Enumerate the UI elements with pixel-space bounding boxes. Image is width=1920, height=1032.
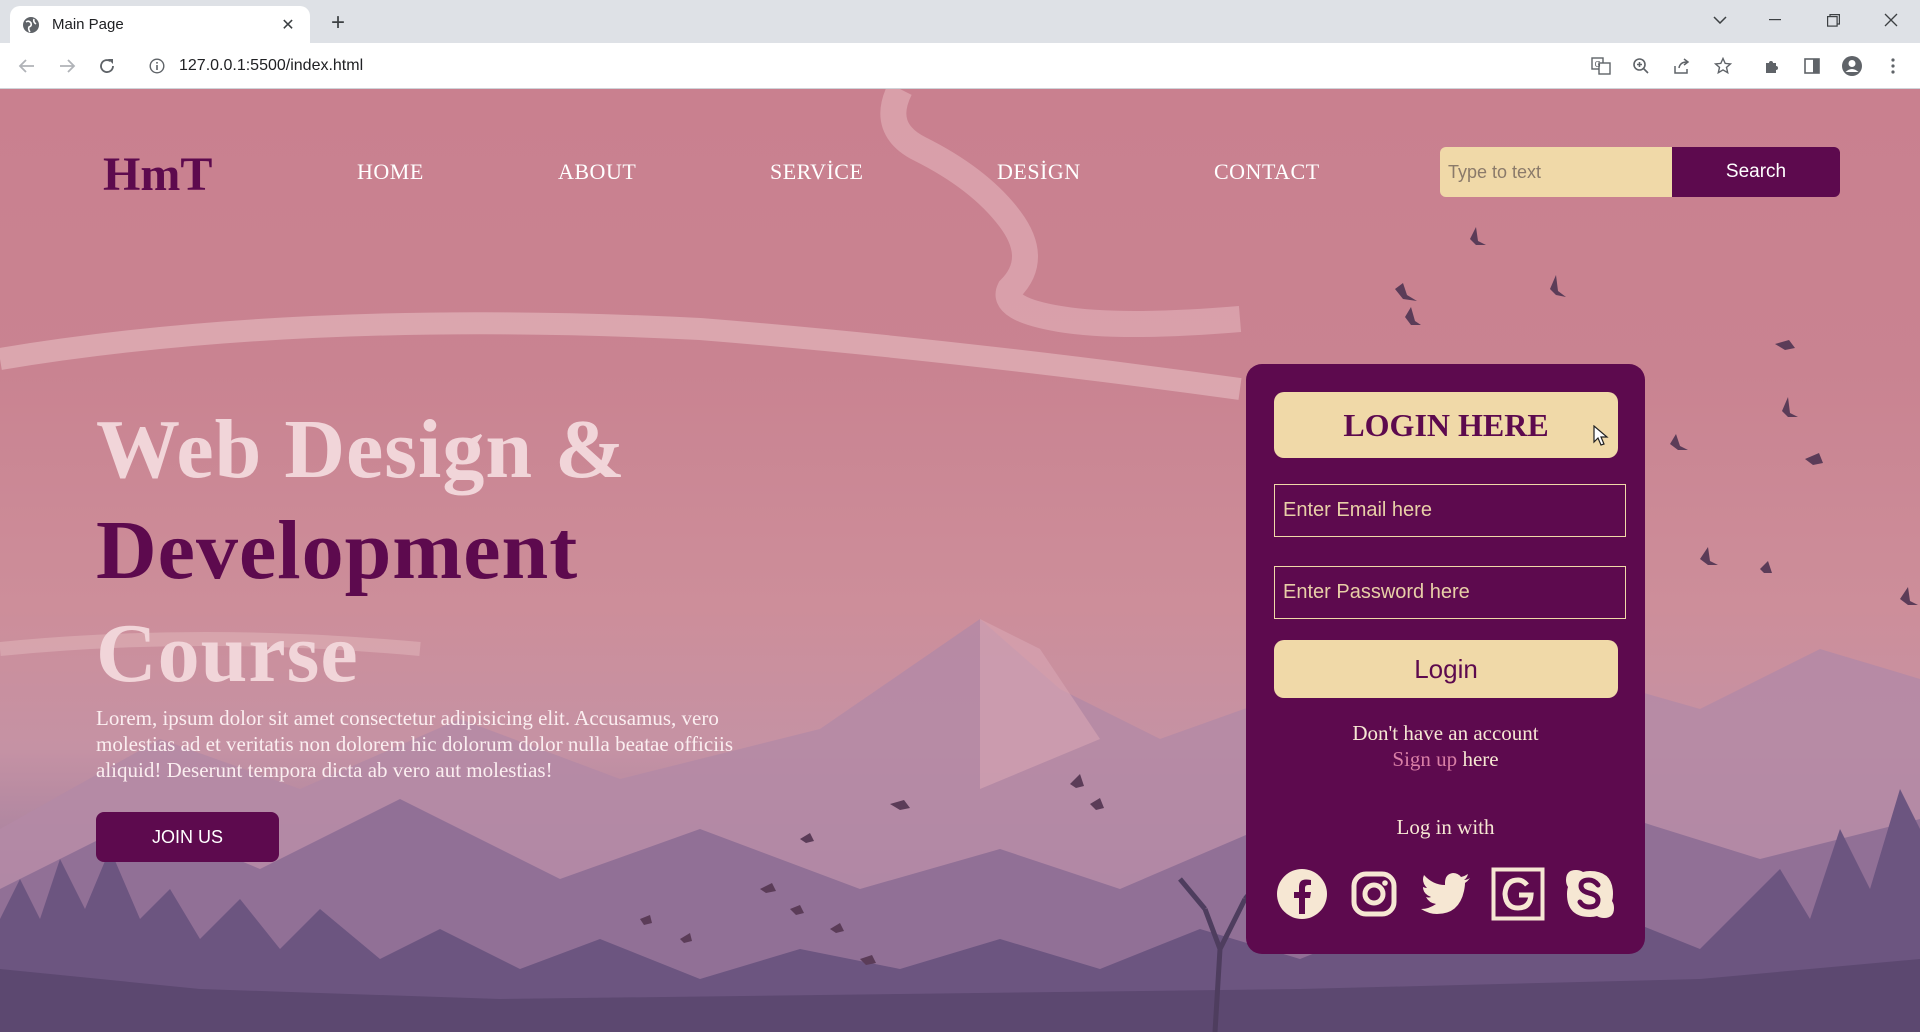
skype-icon[interactable] bbox=[1562, 866, 1618, 922]
side-panel-icon[interactable] bbox=[1797, 51, 1827, 81]
zoom-icon[interactable] bbox=[1626, 51, 1656, 81]
tab-title: Main Page bbox=[52, 16, 124, 33]
nav-service[interactable]: SERVİCE bbox=[770, 159, 863, 185]
menu-kebab-icon[interactable] bbox=[1878, 51, 1908, 81]
instagram-icon[interactable] bbox=[1346, 866, 1402, 922]
hero-title-line-2: Development bbox=[96, 504, 579, 597]
signup-link[interactable]: Sign up bbox=[1392, 747, 1457, 771]
nav-about[interactable]: ABOUT bbox=[558, 159, 636, 185]
search-input[interactable] bbox=[1440, 147, 1672, 197]
nav-design[interactable]: DESİGN bbox=[997, 159, 1081, 185]
join-us-button[interactable]: JOIN US bbox=[96, 812, 279, 862]
site-info-icon[interactable] bbox=[149, 58, 165, 74]
site-logo[interactable]: HmT bbox=[103, 147, 212, 202]
signup-line: Sign up here bbox=[1246, 746, 1645, 772]
google-icon[interactable] bbox=[1490, 866, 1546, 922]
browser-tab[interactable]: Main Page ✕ bbox=[10, 6, 310, 43]
browser-toolbar: 127.0.0.1:5500/index.html G bbox=[0, 43, 1920, 89]
profile-avatar-icon[interactable] bbox=[1837, 51, 1867, 81]
nav-home[interactable]: HOME bbox=[357, 159, 424, 185]
login-with-label: Log in with bbox=[1396, 815, 1495, 839]
hero-title-line-1: Web Design & bbox=[96, 403, 627, 496]
login-heading: LOGIN HERE bbox=[1274, 392, 1618, 458]
page-viewport: HmT HOME ABOUT SERVİCE DESİGN CONTACT Se… bbox=[0, 89, 1920, 1032]
globe-icon bbox=[22, 16, 40, 34]
extensions-icon[interactable] bbox=[1757, 51, 1787, 81]
email-field[interactable] bbox=[1274, 484, 1626, 537]
close-tab-icon[interactable]: ✕ bbox=[278, 15, 298, 35]
hero-description: Lorem, ipsum dolor sit amet consectetur … bbox=[96, 706, 734, 782]
search-button[interactable]: Search bbox=[1672, 147, 1840, 197]
svg-text:G: G bbox=[1595, 60, 1601, 69]
social-login-icons bbox=[1274, 864, 1618, 924]
twitter-icon[interactable] bbox=[1418, 866, 1474, 922]
address-bar[interactable]: 127.0.0.1:5500/index.html bbox=[135, 49, 1570, 83]
share-icon[interactable] bbox=[1667, 51, 1697, 81]
bookmark-star-icon[interactable] bbox=[1708, 51, 1738, 81]
hero-title-line-3: Course bbox=[96, 607, 359, 700]
back-icon[interactable] bbox=[12, 51, 42, 81]
login-card: LOGIN HERE Login Don't have an account S… bbox=[1246, 364, 1645, 954]
translate-icon[interactable]: G bbox=[1586, 51, 1616, 81]
search-bar: Search bbox=[1440, 147, 1840, 197]
no-account-text: Don't have an account bbox=[1352, 721, 1539, 745]
login-button[interactable]: Login bbox=[1274, 640, 1618, 698]
restore-button[interactable] bbox=[1813, 0, 1853, 40]
signup-suffix: here bbox=[1457, 747, 1499, 771]
minimize-button[interactable] bbox=[1755, 0, 1795, 40]
tab-search-icon[interactable] bbox=[1700, 0, 1740, 40]
url-text: 127.0.0.1:5500/index.html bbox=[179, 57, 364, 74]
mouse-cursor-icon bbox=[1593, 425, 1609, 446]
password-field[interactable] bbox=[1274, 566, 1626, 619]
new-tab-button[interactable]: + bbox=[323, 8, 353, 38]
signup-prompt: Don't have an account Sign up here bbox=[1246, 720, 1645, 772]
facebook-icon[interactable] bbox=[1274, 866, 1330, 922]
forward-icon[interactable] bbox=[52, 51, 82, 81]
nav-contact[interactable]: CONTACT bbox=[1214, 159, 1320, 185]
browser-tabstrip: Main Page ✕ + bbox=[0, 0, 1920, 43]
reload-icon[interactable] bbox=[92, 51, 122, 81]
close-window-button[interactable] bbox=[1871, 0, 1911, 40]
